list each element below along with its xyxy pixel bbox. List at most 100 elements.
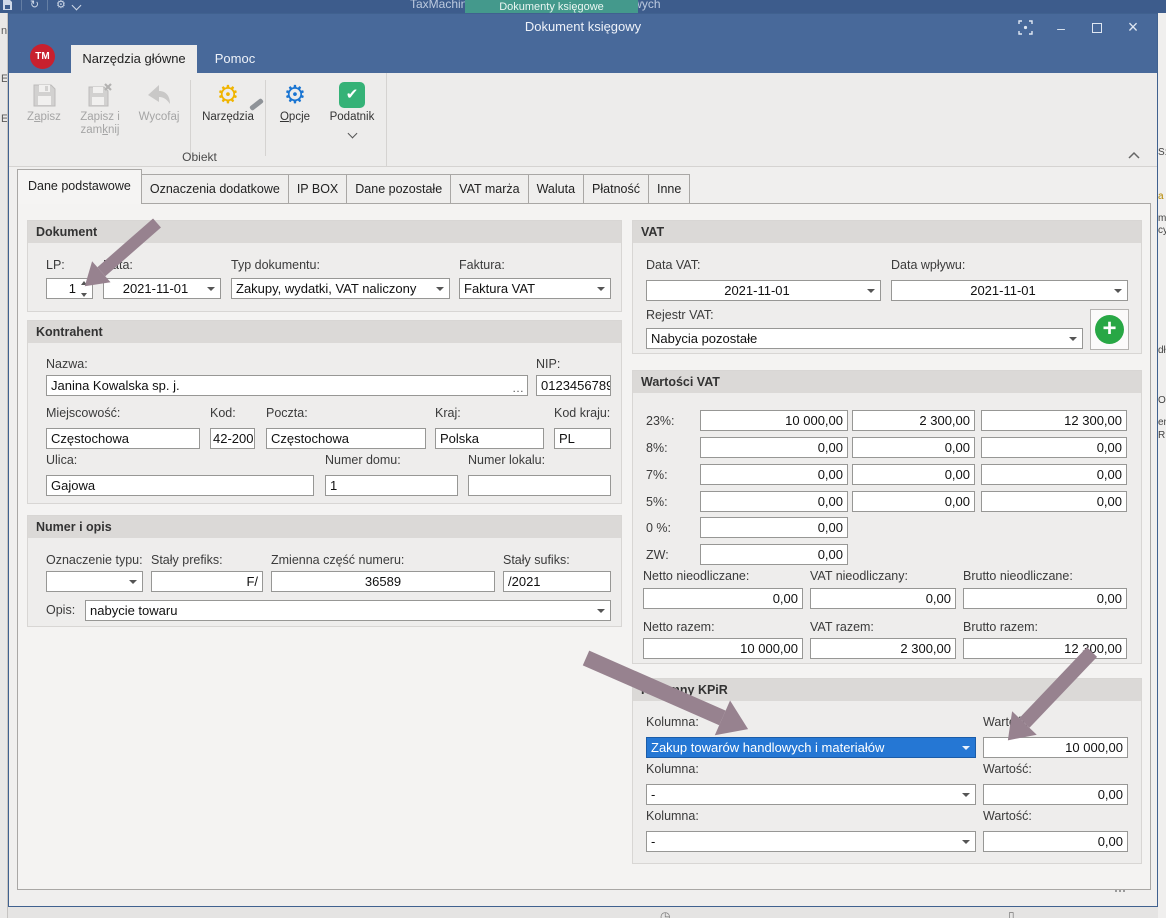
rejestr-vat-dropdown[interactable]: Nabycia pozostałe (646, 328, 1083, 349)
wartosc-field-1[interactable]: 10 000,00 (983, 737, 1128, 758)
vat-5-field[interactable]: 0,00 (852, 491, 975, 512)
ulica-field[interactable]: Gajowa (46, 475, 314, 496)
save-icon[interactable] (2, 0, 13, 11)
tab-dane-podstawowe[interactable]: Dane podstawowe (17, 169, 142, 204)
brutto-23-field[interactable]: 12 300,00 (981, 410, 1127, 431)
group-header: Kontrahent (28, 321, 621, 343)
netto-nieodliczane-field[interactable]: 0,00 (643, 588, 803, 609)
wycofaj-button[interactable]: Wycofaj (131, 76, 187, 124)
ribbon-separator (265, 80, 266, 156)
wartosc-field-3[interactable]: 0,00 (983, 831, 1128, 852)
tab-waluta[interactable]: Waluta (529, 174, 584, 204)
netto-5-field[interactable]: 0,00 (700, 491, 848, 512)
brutto-5-field[interactable]: 0,00 (981, 491, 1127, 512)
refresh-icon[interactable]: ↻ (30, 0, 39, 11)
brutto-razem-field[interactable]: 12 300,00 (963, 638, 1127, 659)
brutto-nieodliczane-label: Brutto nieodliczane: (963, 569, 1073, 583)
ribbon-tab-pomoc[interactable]: Pomoc (205, 45, 265, 73)
staly-prefiks-field[interactable]: F/ (151, 571, 263, 592)
text-fragment: a (1158, 191, 1164, 202)
wartosc-field-2[interactable]: 0,00 (983, 784, 1128, 805)
text-fragment: S: (1158, 147, 1166, 158)
focus-mode-button[interactable] (1007, 15, 1043, 41)
data-vat-label: Data VAT: (646, 258, 700, 272)
vat-nieodliczany-field[interactable]: 0,00 (810, 588, 956, 609)
data-dropdown[interactable]: 2021-11-01 (103, 278, 221, 299)
tab-platnosc[interactable]: Płatność (584, 174, 649, 204)
vat-23-field[interactable]: 2 300,00 (852, 410, 975, 431)
kolumna-dropdown-3[interactable]: - (646, 831, 976, 852)
staly-sufiks-field[interactable]: /2021 (503, 571, 611, 592)
group-kontrahent: Kontrahent Nazwa: NIP: Janina Kowalska s… (27, 320, 622, 504)
chevron-down-icon (962, 840, 970, 844)
background-titlebar: | ↻ | ⚙ TaxMachine 3 - Wersja dla Biur R… (0, 0, 1166, 13)
maximize-button[interactable] (1079, 15, 1115, 41)
page-tab-strip: Dane podstawowe Oznaczenia dodatkowe IP … (17, 169, 690, 204)
netto-0-field[interactable]: 0,00 (700, 517, 848, 538)
ribbon-separator (190, 80, 191, 156)
opis-dropdown[interactable]: nabycie towaru (85, 600, 611, 621)
opcje-button[interactable]: ⚙ Opcje (269, 76, 321, 124)
data-vat-dropdown[interactable]: 2021-11-01 (646, 280, 881, 301)
numer-domu-field[interactable]: 1 (325, 475, 458, 496)
netto-8-field[interactable]: 0,00 (700, 437, 848, 458)
nip-field[interactable]: 0123456789 (536, 375, 611, 396)
rate-0-label: 0 %: (646, 521, 671, 535)
narzedzia-button[interactable]: ⚙ Narzędzia (194, 76, 262, 124)
netto-zw-field[interactable]: 0,00 (700, 544, 848, 565)
kolumna-label: Kolumna: (646, 762, 699, 776)
miejscowosc-field[interactable]: Częstochowa (46, 428, 200, 449)
podatnik-button[interactable]: ✔ Podatnik (321, 76, 383, 142)
zmienna-czesc-field[interactable]: 36589 (271, 571, 495, 592)
tab-oznaczenia-dodatkowe[interactable]: Oznaczenia dodatkowe (142, 174, 289, 204)
numer-lokalu-field[interactable] (468, 475, 611, 496)
add-vat-register-button[interactable]: + (1090, 309, 1129, 350)
faktura-dropdown[interactable]: Faktura VAT (459, 278, 611, 299)
ribbon-collapse-button[interactable] (1127, 148, 1143, 160)
brutto-razem-label: Brutto razem: (963, 620, 1038, 634)
oznaczenie-typu-dropdown[interactable] (46, 571, 143, 592)
app-logo[interactable]: TM (30, 44, 55, 69)
vat-razem-field[interactable]: 2 300,00 (810, 638, 956, 659)
zapisz-i-zamknij-button[interactable]: Zapisz i zamknij (69, 76, 131, 137)
data-wplywu-dropdown[interactable]: 2021-11-01 (891, 280, 1128, 301)
kraj-field[interactable]: Polska (435, 428, 544, 449)
tab-ip-box[interactable]: IP BOX (289, 174, 347, 204)
tab-vat-marza[interactable]: VAT marża (451, 174, 528, 204)
tab-inne[interactable]: Inne (649, 174, 690, 204)
close-button[interactable]: × (1115, 15, 1151, 41)
poczta-field[interactable]: Częstochowa (266, 428, 426, 449)
chevron-down-icon[interactable] (71, 0, 81, 10)
rate-zw-label: ZW: (646, 548, 669, 562)
kod-kraju-field[interactable]: PL (554, 428, 611, 449)
dialog-titlebar[interactable]: Dokument księgowy – × (9, 14, 1157, 41)
resize-grip[interactable] (1115, 890, 1127, 898)
kolumna-dropdown-2[interactable]: - (646, 784, 976, 805)
chevron-down-icon (597, 287, 605, 291)
background-tab-dokumenty-ksiegowe[interactable]: Dokumenty księgowe (465, 0, 638, 13)
typ-dokumentu-dropdown[interactable]: Zakupy, wydatki, VAT naliczony (231, 278, 450, 299)
divider: | (46, 0, 49, 11)
brutto-nieodliczane-field[interactable]: 0,00 (963, 588, 1127, 609)
browse-ellipsis-button[interactable]: … (512, 379, 525, 396)
staly-prefiks-label: Stały prefiks: (151, 553, 223, 567)
kod-field[interactable]: 42-200 (210, 428, 255, 449)
nazwa-field[interactable]: Janina Kowalska sp. j. … (46, 375, 528, 396)
ribbon-tab-narzedzia-glowne[interactable]: Narzędzia główne (71, 45, 197, 73)
group-header: VAT (633, 221, 1141, 243)
netto-7-field[interactable]: 0,00 (700, 464, 848, 485)
ulica-label: Ulica: (46, 453, 77, 467)
vat-8-field[interactable]: 0,00 (852, 437, 975, 458)
tab-dane-pozostale[interactable]: Dane pozostałe (347, 174, 451, 204)
kolumna-dropdown-1[interactable]: Zakup towarów handlowych i materiałów (646, 737, 976, 758)
plus-icon: + (1095, 315, 1124, 344)
zapisz-button[interactable]: Zapisz (19, 76, 69, 124)
netto-23-field[interactable]: 10 000,00 (700, 410, 848, 431)
chevron-down-icon (1114, 289, 1122, 293)
vat-7-field[interactable]: 0,00 (852, 464, 975, 485)
netto-razem-field[interactable]: 10 000,00 (643, 638, 803, 659)
brutto-8-field[interactable]: 0,00 (981, 437, 1127, 458)
brutto-7-field[interactable]: 0,00 (981, 464, 1127, 485)
minimize-button[interactable]: – (1043, 15, 1079, 41)
gear-icon[interactable]: ⚙ (56, 0, 66, 11)
